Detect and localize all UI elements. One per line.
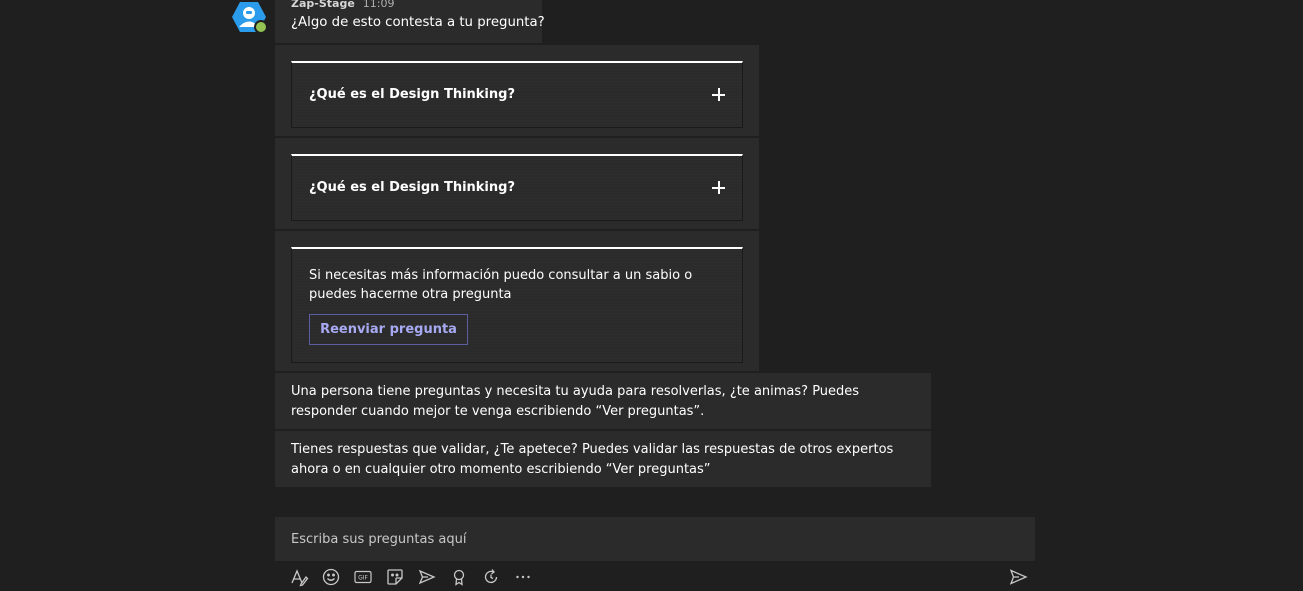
loop-icon[interactable] bbox=[481, 567, 501, 587]
compose-input[interactable] bbox=[275, 517, 1035, 561]
plus-icon[interactable] bbox=[712, 88, 725, 101]
svg-text:GIF: GIF bbox=[358, 575, 368, 582]
compose-box bbox=[275, 517, 1035, 561]
faq-card[interactable]: ¿Qué es el Design Thinking? bbox=[291, 154, 743, 221]
sender-name: Zap-Stage bbox=[291, 0, 355, 10]
gif-icon[interactable]: GIF bbox=[353, 567, 373, 587]
message-bubble: Tienes respuestas que validar, ¿Te apete… bbox=[275, 431, 931, 487]
faq-question: ¿Qué es el Design Thinking? bbox=[309, 180, 515, 195]
message-time: 11:09 bbox=[362, 0, 395, 10]
meet-now-icon[interactable] bbox=[417, 567, 437, 587]
emoji-icon[interactable] bbox=[321, 567, 341, 587]
message-header-bubble: Zap-Stage 11:09 ¿Algo de esto contesta a … bbox=[275, 0, 545, 43]
message-text: Una persona tiene preguntas y necesita t… bbox=[291, 384, 860, 419]
plus-icon[interactable] bbox=[712, 181, 725, 194]
format-icon[interactable] bbox=[289, 567, 309, 587]
info-card-bubble: Si necesitas más información puedo consu… bbox=[275, 231, 759, 371]
message-meta: Zap-Stage 11:09 bbox=[291, 0, 394, 10]
resend-question-button[interactable]: Reenviar pregunta bbox=[309, 314, 468, 345]
sticker-icon[interactable] bbox=[385, 567, 405, 587]
faq-card-bubble: ¿Qué es el Design Thinking? bbox=[275, 138, 759, 229]
more-options-icon[interactable] bbox=[513, 567, 533, 587]
praise-icon[interactable] bbox=[449, 567, 469, 587]
faq-card-bubble: ¿Qué es el Design Thinking? bbox=[275, 45, 759, 136]
send-icon[interactable] bbox=[1008, 567, 1028, 587]
faq-question: ¿Qué es el Design Thinking? bbox=[309, 87, 515, 102]
info-card: Si necesitas más información puedo consu… bbox=[291, 247, 743, 363]
message-bubble: Una persona tiene preguntas y necesita t… bbox=[275, 373, 931, 429]
message-intro: ¿Algo de esto contesta a tu pregunta? bbox=[291, 15, 545, 30]
chat-window: Zap-Stage 11:09 ¿Algo de esto contesta a … bbox=[0, 0, 1303, 591]
presence-available-icon bbox=[254, 20, 268, 34]
info-text: Si necesitas más información puedo consu… bbox=[309, 268, 693, 302]
message-text: Tienes respuestas que validar, ¿Te apete… bbox=[291, 442, 894, 477]
faq-card[interactable]: ¿Qué es el Design Thinking? bbox=[291, 61, 743, 128]
